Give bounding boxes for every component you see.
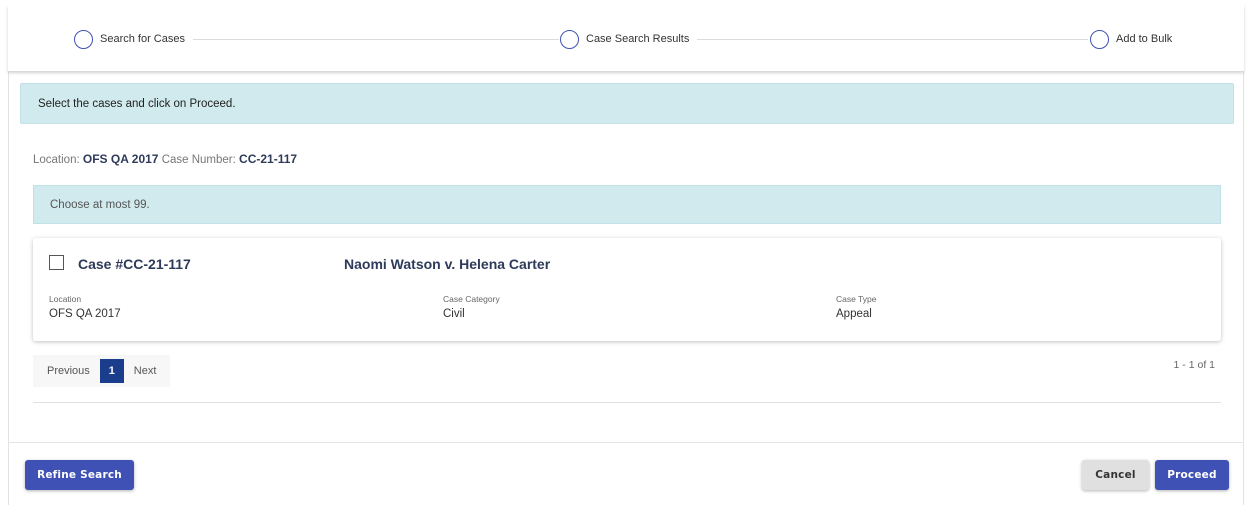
previous-page-button[interactable]: Previous	[41, 365, 96, 377]
step-add-to-bulk[interactable]: Add to Bulk	[1090, 29, 1181, 49]
step-connector	[193, 39, 559, 40]
instruction-text: Select the cases and click on Proceed.	[38, 98, 236, 110]
case-number: Case #CC-21-117	[78, 256, 191, 272]
selection-limit-banner: Choose at most 99.	[33, 185, 1221, 224]
divider	[33, 402, 1221, 403]
step-case-search-results[interactable]: Case Search Results	[560, 29, 698, 49]
search-summary: Location: OFS QA 2017 Case Number: CC-21…	[33, 152, 297, 166]
refine-search-button[interactable]: Refine Search	[25, 460, 134, 490]
case-number-label: Case Number:	[161, 154, 236, 166]
step-search-for-cases[interactable]: Search for Cases	[74, 29, 193, 49]
case-field-type: Case Type Appeal	[836, 294, 876, 320]
case-card: Case #CC-21-117 Naomi Watson v. Helena C…	[33, 238, 1221, 341]
step-circle-icon	[560, 29, 579, 49]
field-label: Location	[49, 294, 82, 304]
case-field-category: Case Category Civil	[443, 294, 500, 320]
case-field-location: Location OFS QA 2017	[49, 294, 121, 320]
selection-limit-text: Choose at most 99.	[50, 199, 150, 211]
case-title: Naomi Watson v. Helena Carter	[344, 256, 551, 272]
instruction-banner: Select the cases and click on Proceed.	[20, 83, 1234, 124]
field-value: Civil	[443, 308, 465, 320]
case-select-checkbox[interactable]	[49, 255, 64, 270]
field-label: Case Type	[836, 294, 877, 304]
location-label: Location:	[33, 154, 80, 166]
field-value: OFS QA 2017	[49, 308, 121, 320]
step-label: Add to Bulk	[1116, 33, 1173, 45]
page-number-button[interactable]: 1	[99, 359, 124, 383]
step-label: Search for Cases	[100, 33, 185, 45]
next-page-button[interactable]: Next	[128, 365, 163, 377]
case-number-value: CC-21-117	[239, 152, 298, 166]
stepper: Search for Cases Case Search Results Add…	[8, 5, 1244, 71]
pagination-range: 1 - 1 of 1	[1173, 359, 1215, 371]
cancel-button[interactable]: Cancel	[1082, 460, 1149, 490]
field-label: Case Category	[443, 294, 500, 304]
proceed-button[interactable]: Proceed	[1155, 460, 1229, 490]
step-circle-icon	[1090, 29, 1109, 49]
footer-divider	[8, 442, 1244, 443]
step-circle-icon	[74, 29, 93, 49]
field-value: Appeal	[836, 308, 872, 320]
pagination: Previous 1 Next	[33, 355, 171, 387]
step-connector	[688, 39, 1088, 40]
step-label: Case Search Results	[586, 33, 690, 45]
location-value: OFS QA 2017	[82, 152, 159, 166]
